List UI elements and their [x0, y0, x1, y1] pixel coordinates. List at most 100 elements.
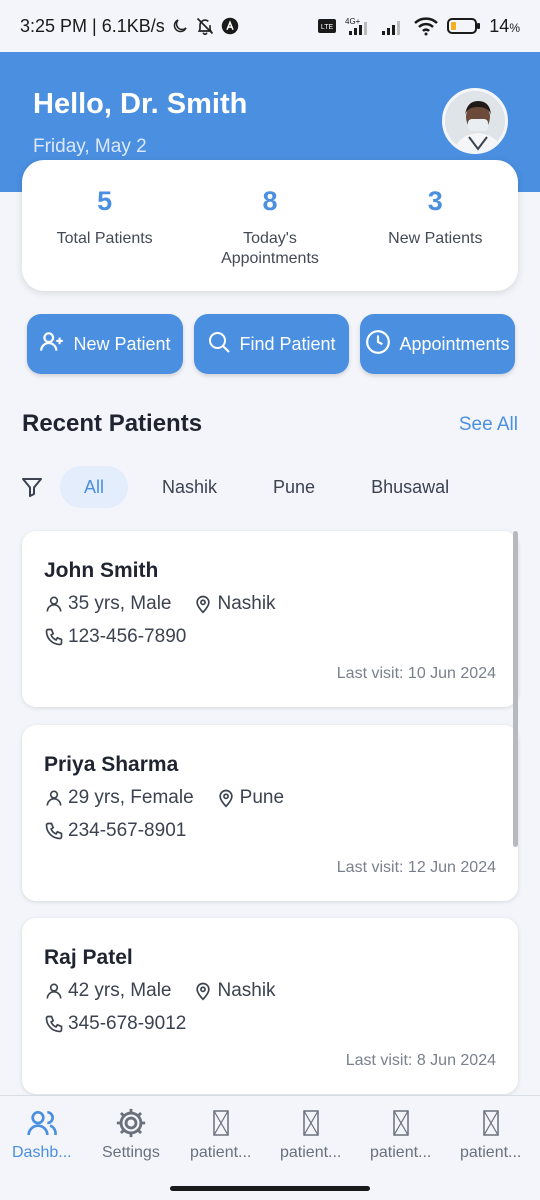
- patient-location: Pune: [216, 787, 284, 809]
- avatar[interactable]: [442, 88, 508, 154]
- nav-item-patient-4[interactable]: patient...: [460, 1106, 521, 1162]
- location-text: Nashik: [217, 980, 276, 1001]
- patient-phone: 345-678-9012: [68, 1013, 187, 1034]
- svg-text:LTE: LTE: [321, 24, 334, 31]
- nav-item-patient-3[interactable]: patient...: [370, 1106, 431, 1162]
- patient-age-gender: 35 yrs, Male: [68, 593, 172, 614]
- patient-location: Nashik: [193, 980, 276, 1002]
- phone-icon: [44, 821, 64, 841]
- header-date: Friday, May 2: [33, 136, 147, 157]
- appointments-label: Appointments: [399, 333, 510, 354]
- map-pin-icon: [193, 594, 213, 614]
- patient-info-row: 35 yrs, Male Nashik: [44, 593, 276, 615]
- nav-label: Dashb...: [12, 1144, 72, 1161]
- broken-image-icon: [302, 1106, 319, 1140]
- patient-name: Priya Sharma: [44, 753, 179, 776]
- patient-phone: 234-567-8901: [68, 820, 187, 841]
- patient-age-gender: 42 yrs, Male: [68, 980, 172, 1001]
- nav-label: patient...: [460, 1144, 522, 1161]
- appointments-button[interactable]: Appointments: [360, 314, 515, 374]
- stat-new-patients[interactable]: 3 New Patients: [353, 160, 518, 291]
- new-patient-button[interactable]: New Patient: [27, 314, 183, 374]
- patient-phone-row: 234-567-8901: [44, 820, 186, 842]
- add-user-icon: [39, 329, 65, 360]
- svg-text:4G+: 4G+: [345, 17, 361, 26]
- phone-icon: [44, 1014, 64, 1034]
- location-text: Pune: [239, 787, 285, 808]
- see-all-link[interactable]: See All: [459, 414, 518, 436]
- stat-value: 5: [97, 186, 113, 216]
- signal-icon: [381, 16, 405, 36]
- patient-card[interactable]: Priya Sharma 29 yrs, Female Pune 234-567…: [22, 725, 518, 901]
- nav-label: patient...: [190, 1144, 252, 1161]
- recent-patients-title: Recent Patients: [22, 410, 203, 437]
- broken-image-icon: [212, 1106, 229, 1140]
- stat-total-patients[interactable]: 5 Total Patients: [22, 160, 187, 291]
- new-patient-label: New Patient: [73, 333, 171, 354]
- greeting-title: Hello, Dr. Smith: [33, 88, 248, 120]
- user-icon: [44, 594, 64, 614]
- patient-name: Raj Patel: [44, 946, 133, 969]
- patient-phone-row: 123-456-7890: [44, 626, 186, 648]
- gear-icon: [114, 1106, 148, 1140]
- filter-chip-nashik[interactable]: Nashik: [142, 466, 237, 508]
- wifi-icon: [413, 16, 439, 36]
- stat-label: New Patients: [388, 230, 483, 247]
- home-indicator[interactable]: [170, 1186, 370, 1191]
- patient-phone-row: 345-678-9012: [44, 1013, 186, 1035]
- last-visit: Last visit: 10 Jun 2024: [336, 665, 496, 682]
- filter-icon[interactable]: [20, 474, 46, 500]
- nav-item-dashboard[interactable]: Dashb...: [12, 1106, 72, 1162]
- patient-phone: 123-456-7890: [68, 626, 187, 647]
- search-icon: [207, 330, 231, 359]
- nav-label: patient...: [370, 1144, 432, 1161]
- last-visit: Last visit: 12 Jun 2024: [336, 859, 496, 876]
- nav-item-patient-2[interactable]: patient...: [280, 1106, 341, 1162]
- broken-image-icon: [392, 1106, 409, 1140]
- patient-name: John Smith: [44, 559, 159, 582]
- quick-actions: New Patient Find Patient Appointments: [27, 314, 515, 374]
- status-right: LTE 4G+ 14%: [317, 16, 520, 37]
- patient-card[interactable]: John Smith 35 yrs, Male Nashik 123-456-7…: [22, 531, 518, 707]
- moon-icon: [171, 17, 189, 35]
- scrollbar[interactable]: [513, 531, 518, 847]
- battery-icon: [447, 17, 481, 35]
- battery-percent: 14%: [489, 16, 520, 37]
- map-pin-icon: [216, 788, 236, 808]
- stat-label: Total Patients: [56, 230, 153, 247]
- nav-label: patient...: [280, 1144, 342, 1161]
- patient-location: Nashik: [193, 593, 276, 615]
- location-text: Nashik: [217, 593, 276, 614]
- filter-chip-pune[interactable]: Pune: [253, 466, 335, 508]
- broken-image-icon: [482, 1106, 499, 1140]
- stat-value: 3: [427, 186, 443, 216]
- percent-sign: %: [509, 20, 520, 35]
- stat-value: 8: [262, 186, 278, 216]
- status-left: 3:25 PM | 6.1KB/s: [20, 16, 239, 37]
- filter-chip-bhusawal[interactable]: Bhusawal: [351, 466, 469, 508]
- last-visit: Last visit: 8 Jun 2024: [345, 1052, 496, 1069]
- stats-card: 5 Total Patients 8 Today's Appointments …: [22, 160, 518, 291]
- app-notification-icon: [221, 17, 239, 35]
- bell-off-icon: [195, 16, 215, 36]
- signal-4g-icon: 4G+: [345, 16, 373, 36]
- nav-label: Settings: [102, 1144, 160, 1161]
- phone-icon: [44, 627, 64, 647]
- stat-label: Today's Appointments: [221, 230, 319, 267]
- nav-item-patient-1[interactable]: patient...: [190, 1106, 251, 1162]
- battery-value: 14: [489, 15, 510, 36]
- user-icon: [44, 981, 64, 1001]
- volte-icon: LTE: [317, 17, 337, 35]
- status-bar: 3:25 PM | 6.1KB/s LTE 4G+ 14%: [0, 0, 540, 52]
- status-time-speed: 3:25 PM | 6.1KB/s: [20, 15, 165, 36]
- patient-info-row: 42 yrs, Male Nashik: [44, 980, 276, 1002]
- users-icon: [25, 1106, 59, 1140]
- filter-chip-all[interactable]: All: [60, 466, 128, 508]
- patient-card[interactable]: Raj Patel 42 yrs, Male Nashik 345-678-90…: [22, 918, 518, 1094]
- patient-info-row: 29 yrs, Female Pune: [44, 787, 284, 809]
- user-icon: [44, 788, 64, 808]
- bottom-nav: Dashb... Settings patient... patient... …: [0, 1095, 540, 1200]
- stat-todays-appointments[interactable]: 8 Today's Appointments: [187, 160, 352, 291]
- nav-item-settings[interactable]: Settings: [102, 1106, 160, 1162]
- find-patient-button[interactable]: Find Patient: [194, 314, 349, 374]
